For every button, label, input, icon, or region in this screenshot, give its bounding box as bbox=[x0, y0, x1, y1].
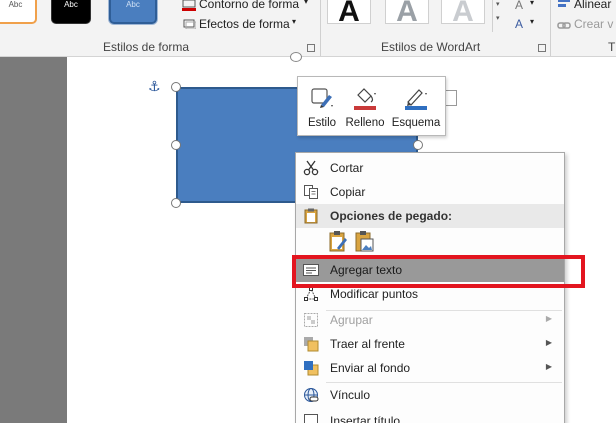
bring-to-front-icon bbox=[304, 337, 319, 352]
document-gutter bbox=[0, 57, 67, 423]
align-icon bbox=[558, 0, 570, 7]
menu-item-insert-caption[interactable]: Insertar título... bbox=[296, 409, 564, 423]
resize-handle-middle-right[interactable] bbox=[413, 140, 423, 150]
globe-link-icon bbox=[304, 388, 319, 402]
shape-effects-button[interactable]: Efectos de forma bbox=[199, 17, 290, 31]
resize-handle-middle-left[interactable] bbox=[171, 140, 181, 150]
wordart-style-gray[interactable]: A bbox=[385, 0, 429, 24]
shape-effects-dropdown-icon[interactable]: ▾ bbox=[292, 17, 296, 26]
text-effects-icon[interactable]: A bbox=[515, 17, 523, 31]
style-button[interactable]: Estilo bbox=[302, 81, 342, 133]
gallery-more-icon[interactable]: ▾ bbox=[496, 14, 500, 22]
edit-points-icon bbox=[304, 287, 318, 301]
pen-outline-icon bbox=[405, 89, 427, 110]
paste-as-picture-icon[interactable] bbox=[354, 230, 374, 254]
submenu-arrow-icon: ▶ bbox=[545, 338, 552, 347]
shape-style-swatch-black[interactable]: Abc bbox=[51, 0, 91, 24]
copy-icon bbox=[304, 185, 318, 199]
shape-style-swatch-blue[interactable]: Abc bbox=[109, 0, 157, 24]
submenu-arrow-icon: ▶ bbox=[545, 362, 552, 371]
shape-outline-icon bbox=[182, 0, 196, 11]
shape-outline-button[interactable]: Contorno de forma bbox=[199, 0, 299, 11]
paste-options-row bbox=[296, 227, 564, 257]
rotation-handle[interactable] bbox=[290, 52, 302, 62]
style-label: Estilo bbox=[307, 117, 337, 129]
resize-handle-bottom-left[interactable] bbox=[171, 198, 181, 208]
mini-toolbar: Estilo Relleno Esquema bbox=[297, 76, 446, 136]
create-link-button[interactable]: Crear v bbox=[574, 17, 613, 31]
ribbon: Abc Abc Abc Contorno de forma ▾ Efectos … bbox=[0, 0, 616, 57]
text-group-label: T bbox=[608, 40, 616, 54]
text-fill-dropdown-icon[interactable]: ▾ bbox=[530, 0, 534, 7]
shape-style-icon bbox=[311, 88, 333, 108]
send-to-back-icon bbox=[304, 361, 319, 376]
align-button[interactable]: Alinear bbox=[574, 0, 611, 11]
wordart-group-label: Estilos de WordArt bbox=[381, 40, 481, 54]
text-effects-dropdown-icon[interactable]: ▾ bbox=[530, 17, 534, 26]
shape-effects-icon bbox=[183, 19, 196, 29]
wordart-style-light[interactable]: A bbox=[441, 0, 485, 24]
paste-keep-formatting-icon[interactable] bbox=[328, 230, 348, 254]
shape-styles-launcher-icon[interactable] bbox=[307, 44, 315, 52]
text-fill-icon[interactable]: A bbox=[515, 0, 523, 12]
wordart-launcher-icon[interactable] bbox=[538, 44, 546, 52]
menu-item-bring-to-front[interactable]: Traer al frente ▶ bbox=[296, 332, 564, 356]
ribbon-separator bbox=[550, 0, 551, 56]
menu-item-link[interactable]: Vínculo bbox=[296, 383, 564, 407]
wordart-gallery-scroll[interactable]: ▾ ▾ bbox=[492, 0, 505, 32]
menu-header-paste-options: Opciones de pegado: bbox=[296, 204, 564, 228]
menu-item-copy[interactable]: Copiar bbox=[296, 180, 564, 204]
menu-item-cut[interactable]: Cortar bbox=[296, 156, 564, 180]
insert-caption-icon bbox=[304, 414, 318, 423]
gallery-down-icon[interactable]: ▾ bbox=[496, 0, 500, 8]
submenu-arrow-icon: ▶ bbox=[545, 314, 552, 323]
shape-outline-dropdown-icon[interactable]: ▾ bbox=[304, 0, 308, 6]
outline-button[interactable]: Esquema bbox=[390, 81, 442, 133]
resize-handle-top-left[interactable] bbox=[171, 82, 181, 92]
shape-style-swatch-white[interactable]: Abc bbox=[0, 0, 37, 24]
fill-button[interactable]: Relleno bbox=[342, 81, 388, 133]
wordart-style-black[interactable]: A bbox=[327, 0, 371, 24]
highlight-annotation-box bbox=[292, 255, 585, 288]
group-icon bbox=[304, 313, 318, 327]
menu-item-send-to-back[interactable]: Enviar al fondo ▶ bbox=[296, 356, 564, 380]
ribbon-separator bbox=[320, 0, 321, 56]
shape-styles-group-label: Estilos de forma bbox=[103, 40, 190, 54]
outline-label: Esquema bbox=[391, 117, 441, 129]
menu-item-group[interactable]: Agrupar ▶ bbox=[296, 308, 564, 332]
create-link-icon bbox=[557, 22, 571, 29]
fill-label: Relleno bbox=[345, 117, 385, 129]
clipboard-icon bbox=[304, 208, 318, 224]
anchor-icon: ⚓ bbox=[148, 78, 161, 94]
scissors-icon bbox=[303, 160, 319, 176]
paint-bucket-icon bbox=[354, 88, 376, 110]
